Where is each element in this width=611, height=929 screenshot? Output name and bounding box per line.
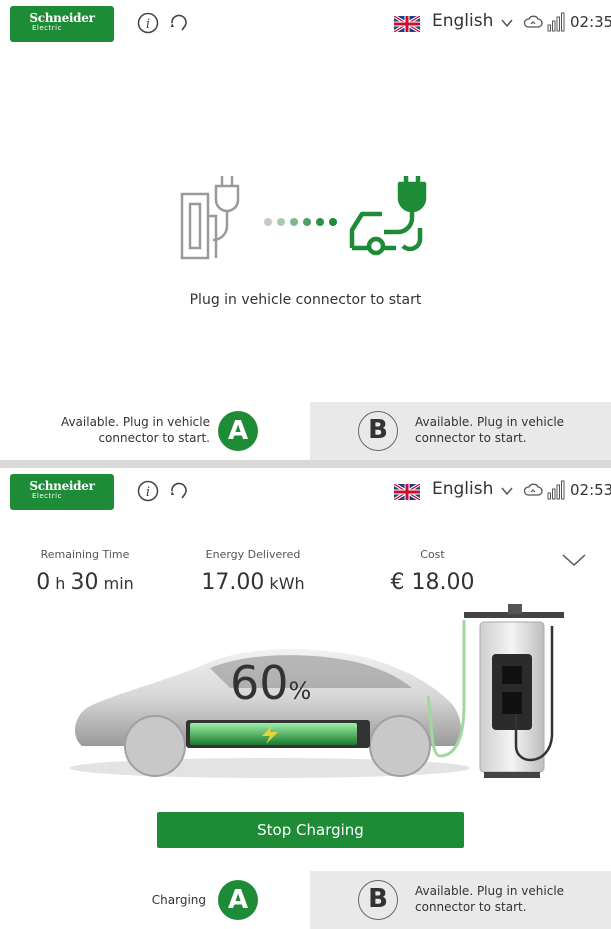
support-icon[interactable] <box>168 480 190 502</box>
connector-b-panel[interactable]: B Available. Plug in vehicle connector t… <box>310 402 611 460</box>
clock: 02:53 <box>570 481 611 499</box>
chevron-down-icon[interactable] <box>500 484 514 498</box>
rear-wheel <box>369 715 431 777</box>
plug-in-illustration <box>180 176 427 260</box>
schneider-logo: Schneider Electric <box>10 474 114 510</box>
energy-delivered-value: 17.00 kWh <box>201 570 305 595</box>
progress-dots <box>264 218 337 226</box>
screen-charging: Schneider Electric i English 02:53 Remai… <box>0 468 611 929</box>
connector-a-status: Charging <box>151 893 206 907</box>
language-selector[interactable]: English <box>432 11 493 31</box>
remaining-time-value: 0 h 30 min <box>36 570 134 595</box>
support-icon[interactable] <box>168 12 190 34</box>
charger-base <box>484 772 540 778</box>
info-icon[interactable]: i <box>137 12 159 34</box>
energy-delivered-label: Energy Delivered <box>205 548 301 561</box>
cloud-connection-icon <box>523 15 543 28</box>
cloud-connection-icon <box>523 483 543 496</box>
charger-socket <box>502 692 522 714</box>
charging-scene <box>70 604 564 778</box>
connector-a-badge[interactable]: A <box>218 880 258 920</box>
cost-value: € 18.00 <box>390 570 475 595</box>
connector-b-status: Available. Plug in vehicle connector to … <box>415 884 565 914</box>
chevron-down-icon[interactable] <box>500 16 514 30</box>
language-selector[interactable]: English <box>432 479 493 499</box>
charger-socket <box>502 666 522 684</box>
plug-in-message: Plug in vehicle connector to start <box>189 292 422 308</box>
connector-bar: Charging A B Available. Plug in vehicle … <box>0 871 611 929</box>
connector-b-panel[interactable]: B Available. Plug in vehicle connector t… <box>310 871 611 929</box>
connector-a-badge[interactable]: A <box>218 411 258 451</box>
connector-a-panel[interactable]: Available. Plug in vehicle connector to … <box>0 402 310 460</box>
connector-a-status: Available. Plug in vehicle connector to … <box>60 415 210 445</box>
expand-chevron-icon[interactable] <box>561 552 587 568</box>
uk-flag-icon[interactable] <box>394 484 420 500</box>
connector-b-badge[interactable]: B <box>358 880 398 920</box>
connector-b-badge[interactable]: B <box>358 411 398 451</box>
connector-a-panel[interactable]: Charging A <box>0 871 310 929</box>
battery-percentage: 60% <box>230 656 312 710</box>
car-icon <box>349 176 427 256</box>
clock: 02:35 <box>570 13 611 31</box>
signal-icon <box>547 12 565 32</box>
svg-text:i: i <box>146 17 150 32</box>
header-bar: Schneider Electric i English <box>0 0 611 44</box>
schneider-logo: Schneider Electric <box>10 6 114 42</box>
svg-text:i: i <box>146 485 150 500</box>
cost-label: Cost <box>420 548 445 561</box>
connector-b-status: Available. Plug in vehicle connector to … <box>415 415 565 445</box>
charger-plug-icon <box>180 176 240 260</box>
remaining-time-label: Remaining Time <box>40 548 130 561</box>
signal-icon <box>547 480 565 500</box>
stop-charging-button[interactable]: Stop Charging <box>157 812 464 848</box>
connector-bar: Available. Plug in vehicle connector to … <box>0 402 611 460</box>
screen-idle: Schneider Electric i English 02:35 Plug … <box>0 0 611 460</box>
header-bar: Schneider Electric i English <box>0 468 611 512</box>
info-icon[interactable]: i <box>137 480 159 502</box>
uk-flag-icon[interactable] <box>394 16 420 32</box>
charger-post <box>508 604 522 614</box>
front-wheel <box>124 715 186 777</box>
